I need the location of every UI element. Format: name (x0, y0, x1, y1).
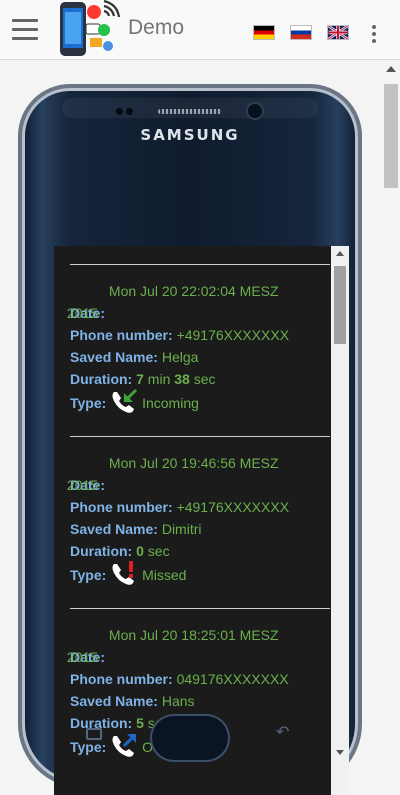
saved-name: Hans (161, 693, 195, 709)
seconds-unit: sec (147, 543, 170, 559)
menu-icon[interactable] (12, 19, 38, 41)
app-title: Demo (128, 16, 185, 39)
device-brand: SAMSUNG (140, 126, 240, 144)
saved-name-label: Saved Name: (70, 693, 158, 709)
duration-seconds: 38 (174, 371, 190, 387)
duration-seconds: 5 (136, 715, 144, 731)
app-bar: Demo (0, 0, 400, 60)
phone-label: Phone number: (70, 327, 173, 343)
phone-number: 049176XXXXXXX (176, 671, 289, 687)
duration-seconds: 0 (136, 543, 144, 559)
saved-name-label: Saved Name: (70, 521, 158, 537)
call-list-scrollbar-thumb[interactable] (334, 266, 346, 344)
front-camera-icon (248, 104, 262, 118)
call-type: Incoming (142, 395, 199, 411)
divider (70, 264, 330, 265)
duration-minutes: 7 (136, 371, 144, 387)
recent-apps-icon (86, 728, 102, 740)
phone-mockup: SAMSUNG Date: Mon Jul 20 22:02:04 MESZ 2… (22, 88, 358, 795)
app-logo (60, 0, 120, 56)
type-label: Type: (70, 739, 107, 755)
seconds-unit: sec (193, 371, 216, 387)
russian-flag-icon[interactable] (290, 25, 312, 40)
type-label: Type: (70, 567, 107, 583)
home-button (152, 716, 228, 760)
call-list-scrollbar[interactable] (331, 246, 349, 795)
divider (70, 436, 330, 437)
saved-name: Helga (161, 349, 199, 365)
page-scrollbar-thumb[interactable] (384, 84, 398, 188)
outgoing-call-icon (110, 732, 138, 758)
incoming-call-icon (110, 388, 138, 414)
more-options-icon[interactable] (372, 25, 378, 43)
call-type: Missed (142, 567, 187, 583)
phone-number: +49176XXXXXXX (176, 499, 290, 515)
english-flag-icon[interactable] (327, 25, 349, 40)
call-date: Mon Jul 20 18:25:01 MESZ 2015 (66, 627, 279, 665)
divider (70, 608, 330, 609)
page-scrollbar[interactable] (383, 66, 399, 784)
sensor-icon (126, 108, 133, 115)
saved-name-label: Saved Name: (70, 349, 158, 365)
minutes-unit: min (147, 371, 171, 387)
call-date: Mon Jul 20 22:02:04 MESZ 2015 (66, 283, 279, 321)
missed-call-icon (110, 560, 138, 586)
german-flag-icon[interactable] (253, 25, 275, 40)
call-date: Mon Jul 20 19:46:56 MESZ 2015 (66, 455, 279, 493)
duration-label: Duration: (70, 371, 133, 387)
phone-number: +49176XXXXXXX (176, 327, 290, 343)
type-label: Type: (70, 395, 107, 411)
duration-label: Duration: (70, 543, 133, 559)
scroll-up-arrow-icon[interactable] (336, 251, 344, 256)
earpiece-speaker (158, 109, 222, 114)
scroll-down-arrow-icon[interactable] (336, 750, 344, 755)
scroll-up-arrow-icon[interactable] (386, 66, 396, 72)
back-icon: ↶ (276, 724, 290, 741)
saved-name: Dimitri (161, 521, 202, 537)
phone-screen: Date: Mon Jul 20 22:02:04 MESZ 2015 Phon… (54, 246, 349, 795)
phone-label: Phone number: (70, 499, 173, 515)
sensor-icon (116, 108, 123, 115)
phone-label: Phone number: (70, 671, 173, 687)
